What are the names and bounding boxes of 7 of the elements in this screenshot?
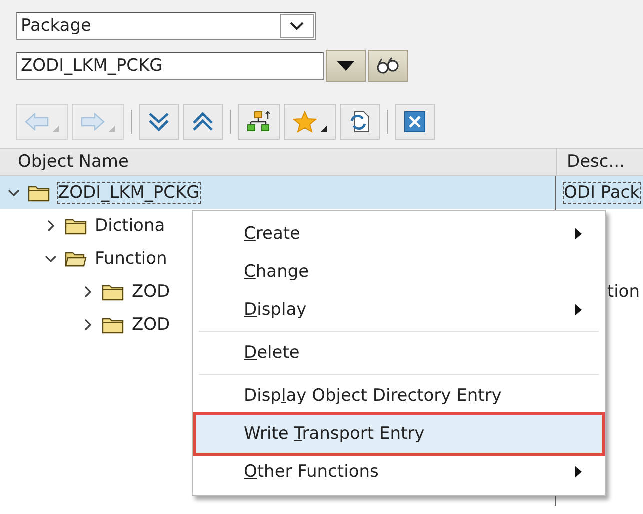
description-cell: tion: [607, 282, 640, 302]
tree-node-label: Dictiona: [95, 216, 166, 236]
tree-node-label: ZOD: [132, 314, 170, 334]
tree-node-label: ZOD: [132, 282, 170, 302]
tree-node-label: ZODI_LKM_PCKG: [58, 182, 200, 202]
description-cell: ODI Pack: [564, 182, 640, 202]
tree-node-label: Function: [95, 248, 168, 268]
